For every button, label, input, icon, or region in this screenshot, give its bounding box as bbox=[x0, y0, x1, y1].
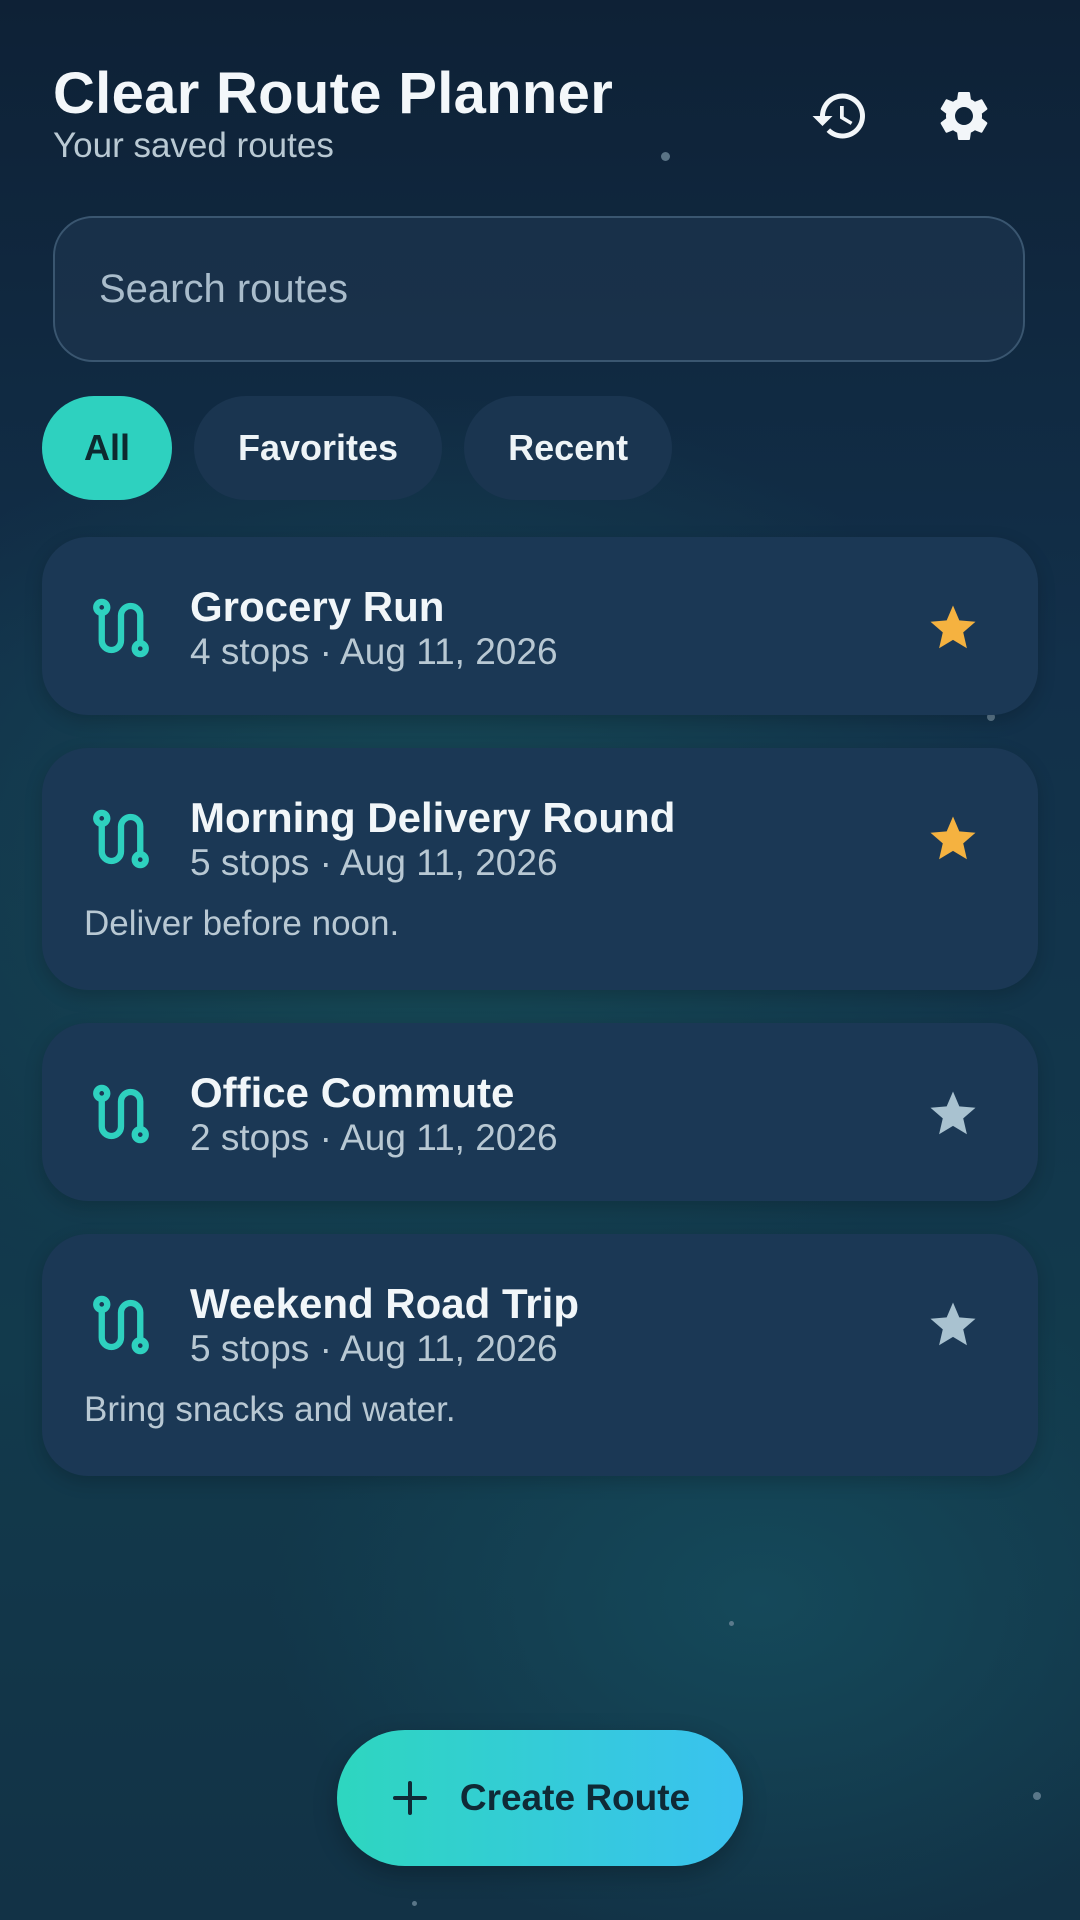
route-icon bbox=[93, 1295, 149, 1355]
route-card[interactable]: Office Commute 2 stops · Aug 11, 2026 bbox=[42, 1023, 1038, 1201]
star-icon[interactable] bbox=[926, 1298, 980, 1352]
route-meta: 2 stops · Aug 11, 2026 bbox=[190, 1117, 558, 1158]
filter-chip-recent[interactable]: Recent bbox=[464, 396, 673, 500]
route-name: Morning Delivery Round bbox=[190, 794, 676, 841]
star-icon[interactable] bbox=[926, 601, 980, 655]
route-name: Grocery Run bbox=[190, 583, 445, 630]
settings-button[interactable] bbox=[930, 82, 998, 150]
route-card[interactable]: Grocery Run 4 stops · Aug 11, 2026 bbox=[42, 537, 1038, 715]
route-icon bbox=[93, 1084, 149, 1144]
filter-chip-favorites[interactable]: Favorites bbox=[194, 396, 443, 500]
route-note: Deliver before noon. bbox=[84, 904, 400, 943]
route-card[interactable]: Weekend Road Trip 5 stops · Aug 11, 2026… bbox=[42, 1234, 1038, 1476]
route-card[interactable]: Morning Delivery Round 5 stops · Aug 11,… bbox=[42, 748, 1038, 990]
search-input[interactable] bbox=[97, 265, 1023, 313]
decorative-dot bbox=[661, 152, 670, 161]
decorative-dot bbox=[729, 1621, 734, 1626]
route-icon bbox=[93, 598, 149, 658]
route-name: Office Commute bbox=[190, 1069, 515, 1116]
create-route-button[interactable]: Create Route bbox=[337, 1730, 743, 1866]
route-note: Bring snacks and water. bbox=[84, 1390, 456, 1429]
page-title: Clear Route Planner bbox=[53, 61, 614, 126]
page-subtitle: Your saved routes bbox=[53, 126, 334, 165]
route-meta: 4 stops · Aug 11, 2026 bbox=[190, 631, 558, 672]
app-header: Clear Route Planner Your saved routes bbox=[53, 58, 613, 166]
search-box[interactable] bbox=[53, 216, 1025, 362]
filter-chips: All Favorites Recent bbox=[42, 396, 673, 500]
history-button[interactable] bbox=[806, 82, 874, 150]
route-meta: 5 stops · Aug 11, 2026 bbox=[190, 842, 558, 883]
route-icon bbox=[93, 809, 149, 869]
decorative-dot bbox=[412, 1901, 417, 1906]
history-icon bbox=[812, 93, 865, 139]
decorative-dot bbox=[1033, 1792, 1041, 1800]
star-icon[interactable] bbox=[926, 1087, 980, 1141]
route-meta: 5 stops · Aug 11, 2026 bbox=[190, 1328, 558, 1369]
route-name: Weekend Road Trip bbox=[190, 1280, 579, 1327]
plus-icon bbox=[392, 1781, 427, 1815]
create-route-label: Create Route bbox=[459, 1777, 691, 1818]
star-icon[interactable] bbox=[926, 812, 980, 866]
gear-icon bbox=[940, 91, 988, 140]
filter-chip-all[interactable]: All bbox=[42, 396, 173, 500]
